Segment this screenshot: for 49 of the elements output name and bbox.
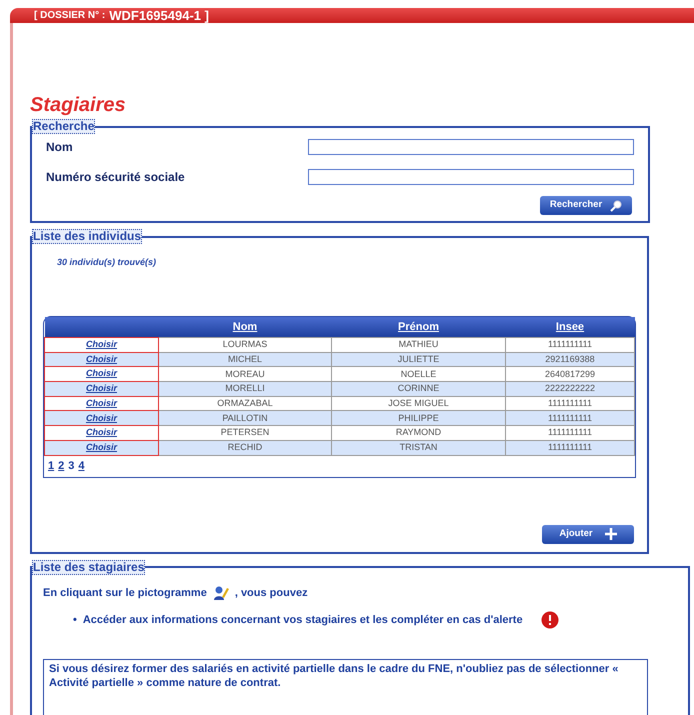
alert-icon <box>540 611 559 629</box>
page-title: Stagiaires <box>30 93 127 117</box>
page-link[interactable]: 3 <box>68 458 74 474</box>
bullet-text: Accéder aux informations concernant vos stagiaires et les compléter en cas d'alerte <box>82 612 523 628</box>
table-cell: 2222222222 <box>506 382 634 396</box>
choose-link[interactable]: Choisir <box>86 398 117 408</box>
table-cell: MORELLI <box>158 382 332 396</box>
search-button[interactable]: Rechercher <box>540 196 632 215</box>
choose-link[interactable]: Choisir <box>86 368 117 378</box>
dossier-label: [ DOSSIER N° : <box>34 9 106 23</box>
page-link[interactable]: 2 <box>58 458 64 474</box>
table-cell: MATHIEU <box>332 338 506 352</box>
bullet-marker: • <box>73 612 77 628</box>
choose-link[interactable]: Choisir <box>86 354 117 364</box>
column-header[interactable]: Insee <box>506 316 634 338</box>
field-label: Numéro sécurité sociale <box>46 169 186 186</box>
notice-box: Si vous désirez former des salariés en activité partielle dans le cadre du FNE, n'oubliez pas de sélectionner « Activité partielle » comme nature de contrat. <box>43 659 648 715</box>
search-icon <box>610 200 622 212</box>
section-legend: Recherche <box>32 119 96 134</box>
table-cell: 1111111111 <box>506 440 634 455</box>
section-legend: Liste des individus <box>32 229 142 244</box>
section-legend: Liste des stagiaires <box>32 560 146 574</box>
input-field[interactable] <box>308 139 634 155</box>
add-button[interactable]: Ajouter <box>542 524 634 544</box>
result-count: 30 individu(s) trouvé(s) <box>57 256 158 269</box>
column-header[interactable]: Prénom <box>332 316 506 338</box>
table-cell: PETERSEN <box>158 426 332 440</box>
choose-link[interactable]: Choisir <box>86 427 117 438</box>
field-label: Nom <box>46 139 74 156</box>
column-header[interactable]: Nom <box>158 316 332 338</box>
table-cell: RAYMOND <box>332 426 506 440</box>
table-cell: 1111111111 <box>506 338 634 352</box>
intro-text: En cliquant sur le pictogramme <box>43 586 207 600</box>
plus-icon <box>604 528 617 540</box>
person-pencil-icon <box>212 584 229 601</box>
table-cell: LOURMAS <box>158 338 332 352</box>
table-cell: CORINNE <box>332 382 506 396</box>
choose-link[interactable]: Choisir <box>86 383 117 394</box>
table-cell: RECHID <box>158 440 332 455</box>
input-field[interactable] <box>308 169 634 185</box>
dossier-number: WDF1695494-1 ] <box>109 6 209 25</box>
table-cell: 1111111111 <box>506 426 634 440</box>
choose-link[interactable]: Choisir <box>86 339 117 350</box>
choose-link[interactable]: Choisir <box>86 412 117 423</box>
page-link[interactable]: 4 <box>78 458 84 474</box>
page-link[interactable]: 1 <box>48 458 54 474</box>
choose-link[interactable]: Choisir <box>86 442 117 452</box>
table-cell: TRISTAN <box>332 440 506 455</box>
intro-text: , vous pouvez <box>234 586 308 600</box>
